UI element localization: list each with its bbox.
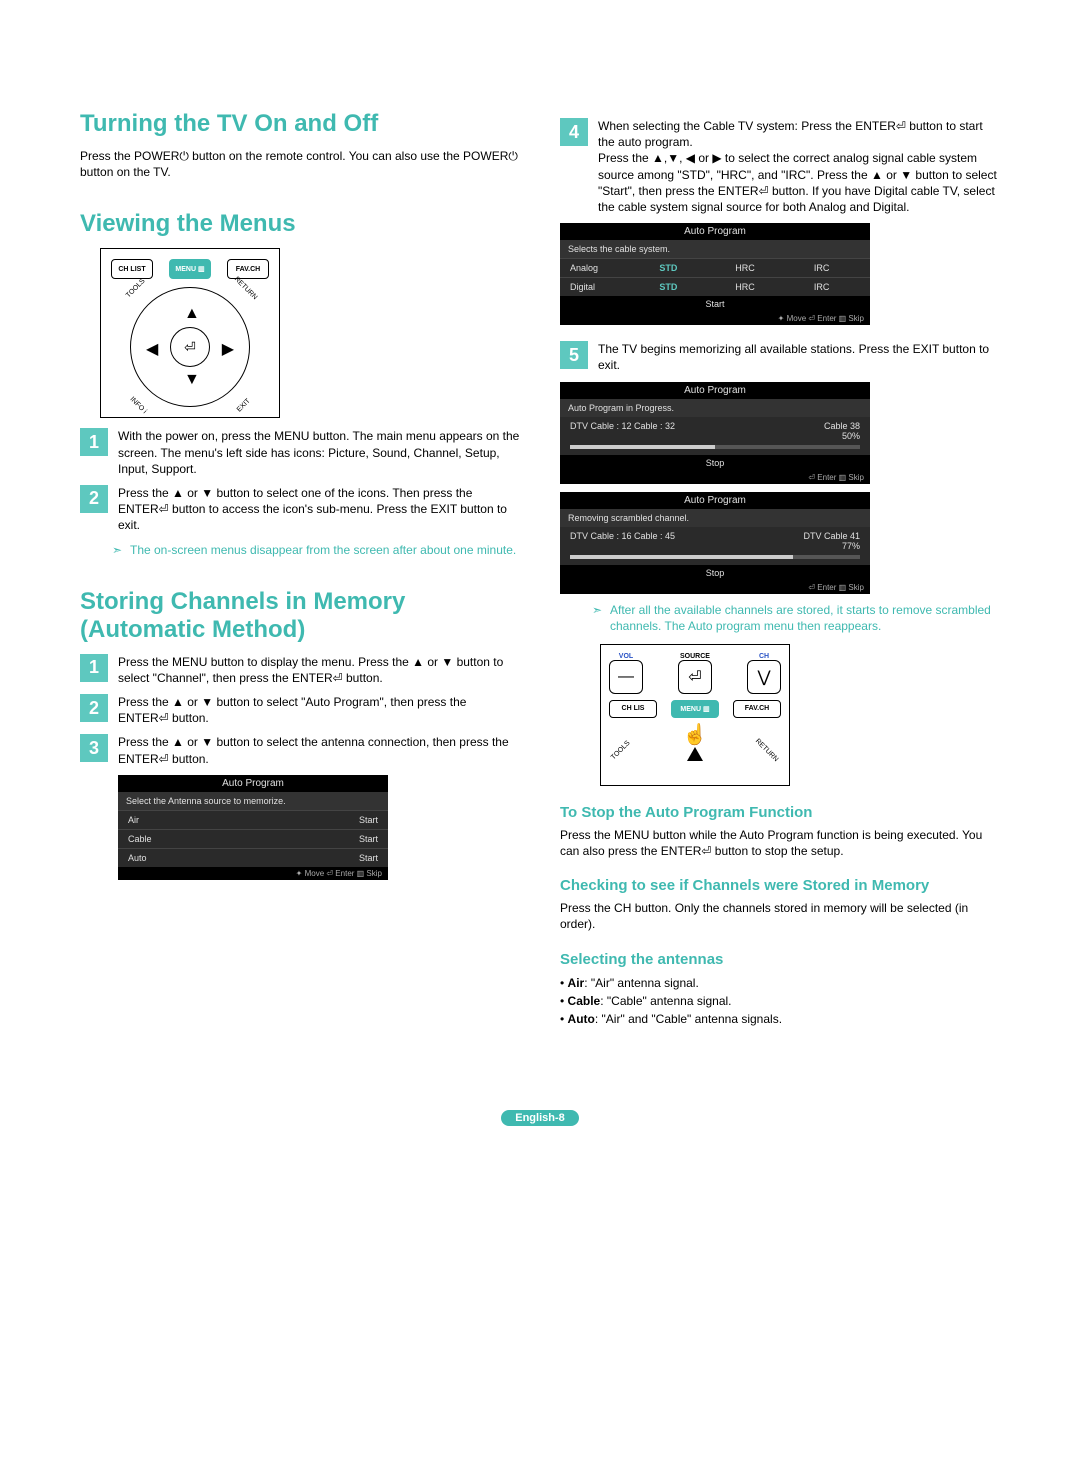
info-label: INFO i [128,396,147,415]
menu-button: MENU ▥ [169,259,211,279]
favch-button: FAV.CH [227,259,269,279]
source-button: ⏎ [678,660,712,694]
store-step-4: 4 When selecting the Cable TV system: Pr… [560,118,1000,215]
osd-row-analog: Analog STD HRC IRC [560,258,870,277]
sub-selecting-antennas: Selecting the antennas [560,951,1000,968]
osd-progress-left: DTV Cable : 12 Cable : 32 [570,421,675,441]
step-number: 2 [80,485,108,513]
heading-viewing-menus: Viewing the Menus [80,210,520,238]
note-scrambled: After all the available channels are sto… [610,602,1000,634]
vol-minus-button: — [609,660,643,694]
menu-button: MENU ▥ [671,700,719,718]
osd-removing-left: DTV Cable : 16 Cable : 45 [570,531,675,551]
ch-down-button: ⋁ [747,660,781,694]
up-arrow-icon: ▲ [184,305,200,323]
osd-footer: ⏎ Enter ▥ Skip [560,581,870,594]
osd-antenna-source: Auto Program Select the Antenna source t… [118,775,388,880]
osd-row-auto: AutoStart [118,848,388,867]
favch-button: FAV.CH [733,700,781,718]
sub-stop-autoprogram: To Stop the Auto Program Function [560,804,1000,821]
osd-footer: ✦ Move ⏎ Enter ▥ Skip [118,867,388,880]
store-step-3: 3 Press the ▲ or ▼ button to select the … [80,734,520,766]
right-arrow-icon: ▶ [222,339,234,359]
remote-diagram-2: VOL — SOURCE ⏎ CH ⋁ CH LIS MENU ▥ FAV.CH… [600,644,790,786]
osd-title: Auto Program [560,223,870,240]
osd-stop: Stop [560,565,870,581]
chlist-button: CH LIS [609,700,657,718]
up-arrow-icon [687,747,703,761]
step-text: With the power on, press the MENU button… [118,428,520,477]
osd-title: Auto Program [560,492,870,509]
osd-row-air: AirStart [118,810,388,829]
page-number: English-8 [501,1110,579,1126]
osd-removing: Auto Program Removing scrambled channel.… [560,492,870,594]
heading-turning-on-off: Turning the TV On and Off [80,110,520,138]
step-text: Press the ▲ or ▼ button to select "Auto … [118,694,520,726]
osd-subtitle: Auto Program in Progress. [560,399,870,417]
osd-progress-right: Cable 38 50% [824,421,860,441]
para-check: Press the CH button. Only the channels s… [560,900,1000,932]
viewmenu-step-2: 2 Press the ▲ or ▼ button to select one … [80,485,520,534]
osd-cable-system: Auto Program Selects the cable system. A… [560,223,870,325]
step-text-detail: Press the ▲,▼, ◀ or ▶ to select the corr… [598,151,997,214]
osd-footer: ⏎ Enter ▥ Skip [560,471,870,484]
osd-stop: Stop [560,455,870,471]
osd-title: Auto Program [118,775,388,792]
osd-progress: Auto Program Auto Program in Progress. D… [560,382,870,484]
osd-start: Start [560,296,870,312]
para-stop: Press the MENU button while the Auto Pro… [560,827,1000,859]
step-number: 1 [80,428,108,456]
left-arrow-icon: ◀ [146,339,158,359]
viewmenu-step-1: 1 With the power on, press the MENU butt… [80,428,520,477]
bullet-air: • Air: Air: "Air" antenna signal."Air" a… [560,974,1000,992]
osd-subtitle: Removing scrambled channel. [560,509,870,527]
osd-subtitle: Selects the cable system. [560,240,870,258]
step-text: Press the ▲ or ▼ button to select one of… [118,485,520,534]
osd-subtitle: Select the Antenna source to memorize. [118,792,388,810]
step-number: 4 [560,118,588,146]
osd-removing-right: DTV Cable 41 77% [803,531,860,551]
osd-footer: ✦ Move ⏎ Enter ▥ Skip [560,312,870,325]
step-text: The TV begins memorizing all available s… [598,341,1000,373]
osd-title: Auto Program [560,382,870,399]
note-menus-disappear: The on-screen menus disappear from the s… [130,542,520,558]
para-power: Press the POWER⏻ button on the remote co… [80,148,520,180]
step-text: Press the ▲ or ▼ button to select the an… [118,734,520,766]
step-number: 3 [80,734,108,762]
step-number: 5 [560,341,588,369]
sub-check-stored: Checking to see if Channels were Stored … [560,877,1000,894]
osd-row-cable: CableStart [118,829,388,848]
step-number: 1 [80,654,108,682]
step-text: When selecting the Cable TV system: Pres… [598,119,983,149]
store-step-5: 5 The TV begins memorizing all available… [560,341,1000,373]
bullet-cable: • Cable: "Cable" antenna signal. [560,992,1000,1010]
step-number: 2 [80,694,108,722]
osd-row-digital: Digital STD HRC IRC [560,277,870,296]
bullet-auto: • Auto: "Air" and "Cable" antenna signal… [560,1010,1000,1028]
return-label: RETURN [233,276,259,302]
heading-storing-channels: Storing Channels in Memory (Automatic Me… [80,588,520,644]
chlist-button: CH LIST [111,259,153,279]
tools-label: TOOLS [125,278,147,300]
store-step-2: 2 Press the ▲ or ▼ button to select "Aut… [80,694,520,726]
remote-diagram-1: CH LIST MENU ▥ FAV.CH ⏎ ▲ ▼ ◀ ▶ TOOLS RE… [100,248,280,418]
exit-label: EXIT [236,398,252,414]
down-arrow-icon: ▼ [184,371,200,389]
store-step-1: 1 Press the MENU button to display the m… [80,654,520,686]
step-text: Press the MENU button to display the men… [118,654,520,686]
